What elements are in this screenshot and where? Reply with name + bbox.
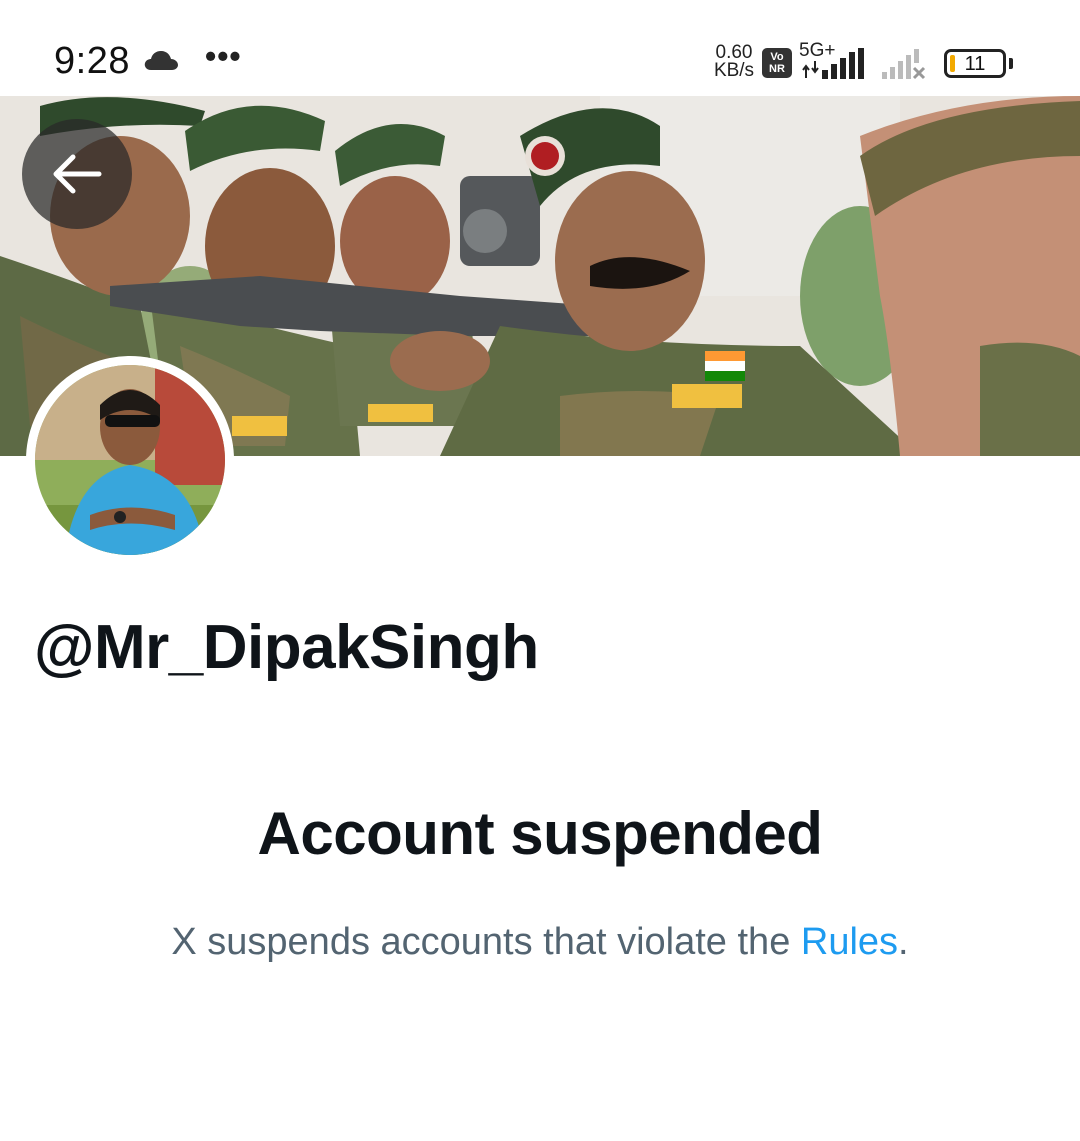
profile-handle: @Mr_DipakSingh bbox=[34, 613, 539, 682]
battery-cap bbox=[1009, 58, 1013, 69]
battery-level: 11 bbox=[964, 53, 986, 75]
profile-screen: 9:28 ••• 0.60 KB/s Vo NR 5G+ 11 @Mr_Dipa… bbox=[0, 0, 1080, 1141]
network-speed: 0.60 KB/s bbox=[711, 43, 757, 81]
back-button[interactable] bbox=[22, 119, 132, 229]
suspended-title: Account suspended bbox=[257, 800, 823, 867]
arrow-left-icon bbox=[53, 154, 102, 194]
avatar[interactable] bbox=[26, 356, 234, 564]
network-speed-unit: KB/s bbox=[713, 60, 755, 81]
volte-badge: Vo NR bbox=[762, 48, 792, 78]
suspended-description-period: . bbox=[898, 921, 909, 963]
volte-bottom-label: NR bbox=[769, 63, 785, 75]
suspended-description-text: X suspends accounts that violate the bbox=[171, 921, 801, 963]
signal-no-service-icon bbox=[882, 49, 926, 80]
cloud-icon bbox=[144, 51, 178, 70]
status-bar: 9:28 ••• 0.60 KB/s Vo NR 5G+ 11 bbox=[0, 0, 1080, 96]
volte-top-label: Vo bbox=[770, 51, 784, 63]
avatar-image bbox=[35, 365, 225, 555]
signal-strength-icon bbox=[802, 48, 864, 79]
rules-link[interactable]: Rules bbox=[801, 921, 898, 963]
battery-icon: 11 bbox=[944, 49, 1006, 78]
clock: 9:28 bbox=[54, 40, 130, 82]
suspended-description: X suspends accounts that violate the Rul… bbox=[0, 921, 1080, 964]
more-notifications-indicator: ••• bbox=[205, 38, 242, 74]
